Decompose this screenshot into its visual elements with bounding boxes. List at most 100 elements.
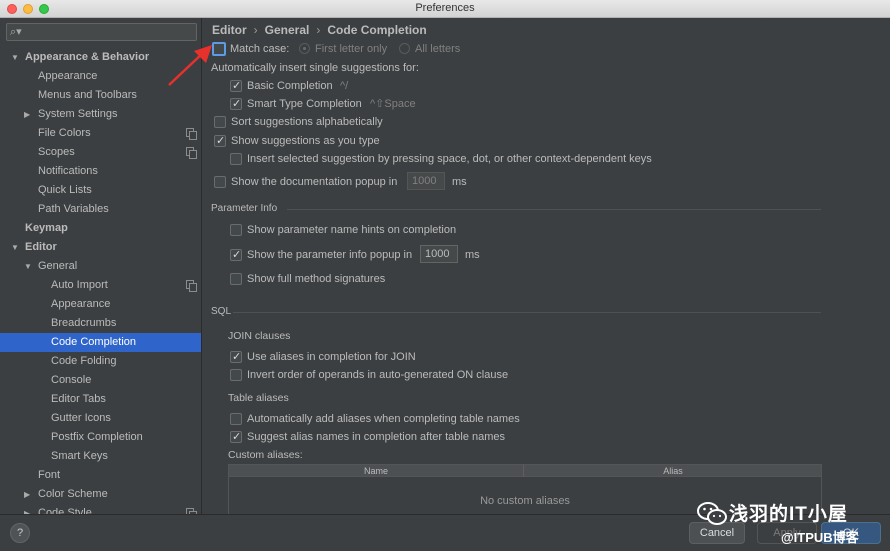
breadcrumb-separator: › xyxy=(253,23,258,37)
chevron-down-icon[interactable]: ▼ xyxy=(24,257,32,276)
auto-add-aliases-label: Automatically add aliases when completin… xyxy=(247,413,520,425)
all-letters-radio[interactable] xyxy=(399,43,410,54)
doc-popup-unit: ms xyxy=(452,176,467,188)
sidebar-item-quick-lists[interactable]: Quick Lists xyxy=(0,181,201,200)
sidebar-item-label: System Settings xyxy=(38,108,118,120)
settings-search-input[interactable]: ⌕▾ xyxy=(6,23,197,41)
sidebar-item-label: Appearance xyxy=(38,70,98,82)
sidebar-item-label: Console xyxy=(51,374,92,386)
parameter-info-title: Parameter Info xyxy=(211,203,278,214)
sidebar-item-editor-tabs[interactable]: Editor Tabs xyxy=(0,390,201,409)
chevron-right-icon[interactable]: ▶ xyxy=(24,504,30,514)
sidebar-item-label: Font xyxy=(38,469,61,481)
sidebar-item-auto-import[interactable]: Auto Import xyxy=(0,276,201,295)
sidebar-item-notifications[interactable]: Notifications xyxy=(0,162,201,181)
sort-alphabetically-label: Sort suggestions alphabetically xyxy=(231,116,383,128)
basic-completion-label: Basic Completion xyxy=(247,80,333,92)
show-as-type-checkbox[interactable] xyxy=(214,132,226,150)
sidebar-item-code-completion[interactable]: Code Completion xyxy=(0,333,201,352)
custom-aliases-label: Custom aliases: xyxy=(228,449,303,461)
help-button[interactable]: ? xyxy=(10,523,30,543)
insert-selected-label: Insert selected suggestion by pressing s… xyxy=(247,153,652,165)
all-letters-option[interactable]: All letters xyxy=(399,40,460,58)
sidebar-item-breadcrumbs[interactable]: Breadcrumbs xyxy=(0,314,201,333)
auto-insert-heading: Automatically insert single suggestions … xyxy=(211,62,419,74)
sidebar-item-label: Menus and Toolbars xyxy=(38,89,137,101)
sidebar-item-editor[interactable]: ▼ Editor xyxy=(0,238,201,257)
column-header-alias[interactable]: Alias xyxy=(525,465,821,477)
all-letters-label: All letters xyxy=(415,43,461,55)
sort-alphabetically-checkbox[interactable] xyxy=(214,116,226,128)
sidebar-item-system-settings[interactable]: ▶ System Settings xyxy=(0,105,201,124)
sidebar-item-menus-and-toolbars[interactable]: Menus and Toolbars xyxy=(0,86,201,105)
param-info-popup-checkbox[interactable] xyxy=(230,246,242,264)
sidebar-item-console[interactable]: Console xyxy=(0,371,201,390)
chevron-down-icon[interactable]: ▼ xyxy=(11,238,19,257)
breadcrumb-editor: Editor xyxy=(212,23,247,37)
chevron-right-icon[interactable]: ▶ xyxy=(24,485,30,504)
doc-popup-label: Show the documentation popup in xyxy=(231,176,398,188)
auto-add-aliases-checkbox[interactable] xyxy=(230,413,242,425)
sidebar-item-label: Appearance & Behavior xyxy=(25,51,150,63)
basic-completion-checkbox[interactable] xyxy=(230,77,242,95)
sidebar-item-path-variables[interactable]: Path Variables xyxy=(0,200,201,219)
column-header-name[interactable]: Name xyxy=(229,465,524,477)
sidebar-item-label: Code Style xyxy=(38,507,92,514)
sidebar-item-code-style[interactable]: ▶ Code Style xyxy=(0,504,201,514)
sidebar-item-color-scheme[interactable]: ▶ Color Scheme xyxy=(0,485,201,504)
param-info-popup-unit: ms xyxy=(465,249,480,261)
doc-popup-delay-input[interactable]: 1000 xyxy=(407,172,445,190)
sidebar-item-postfix-completion[interactable]: Postfix Completion xyxy=(0,428,201,447)
sidebar-item-label: General xyxy=(38,260,78,272)
sidebar-item-label: Code Completion xyxy=(51,336,136,348)
sidebar-item-gutter-icons[interactable]: Gutter Icons xyxy=(0,409,201,428)
sql-title: SQL xyxy=(211,306,232,317)
param-info-delay-input[interactable]: 1000 xyxy=(420,245,458,263)
doc-popup-checkbox[interactable] xyxy=(214,176,226,188)
chevron-down-icon[interactable]: ▼ xyxy=(11,48,19,67)
sidebar-item-general[interactable]: ▼ General xyxy=(0,257,201,276)
sidebar-item-appearance[interactable]: Appearance xyxy=(0,295,201,314)
watermark-subtext: @ITPUB博客 xyxy=(781,530,859,545)
sidebar-item-scopes[interactable]: Scopes xyxy=(0,143,201,162)
sidebar-item-keymap[interactable]: Keymap xyxy=(0,219,201,238)
full-signatures-checkbox[interactable] xyxy=(230,273,242,285)
smart-completion-checkbox[interactable] xyxy=(230,95,242,113)
sidebar-item-file-colors[interactable]: File Colors xyxy=(0,124,201,143)
sidebar-item-label: Code Folding xyxy=(51,355,117,367)
smart-completion-label: Smart Type Completion xyxy=(247,98,362,110)
sidebar-item-label: File Colors xyxy=(38,127,91,139)
first-letter-only-radio[interactable] xyxy=(299,43,310,54)
sidebar-item-code-folding[interactable]: Code Folding xyxy=(0,352,201,371)
sidebar-item-label: Postfix Completion xyxy=(51,431,143,443)
use-aliases-join-checkbox[interactable] xyxy=(230,348,242,366)
sidebar-item-label: Editor xyxy=(25,241,57,253)
breadcrumb-general: General xyxy=(264,23,310,37)
sidebar-item-label: Auto Import xyxy=(51,279,108,291)
watermark: 浅羽的IT小屋 @ITPUB博客 xyxy=(695,497,890,545)
use-aliases-join-label: Use aliases in completion for JOIN xyxy=(247,351,416,363)
insert-selected-checkbox[interactable] xyxy=(230,153,242,165)
invert-operands-checkbox[interactable] xyxy=(230,369,242,381)
settings-tree: ▼ Appearance & Behavior Appearance Menus an… xyxy=(0,48,201,514)
basic-completion-shortcut: ^/ xyxy=(340,80,349,92)
chevron-right-icon[interactable]: ▶ xyxy=(24,105,30,124)
sidebar-item-label: Path Variables xyxy=(38,203,109,215)
section-divider xyxy=(287,209,821,210)
sidebar-item-smart-keys[interactable]: Smart Keys xyxy=(0,447,201,466)
first-letter-only-label: First letter only xyxy=(315,43,388,55)
settings-sidebar: ⌕▾ ▼ Appearance & Behavior Appearance Menus… xyxy=(0,18,202,514)
project-settings-icon xyxy=(186,147,197,159)
first-letter-only-option[interactable]: First letter only xyxy=(299,40,387,58)
code-completion-panel: Editor › General › Code Completion Match cas… xyxy=(203,18,890,514)
search-icon: ⌕▾ xyxy=(10,26,22,38)
match-case-label: Match case: xyxy=(230,43,290,55)
sidebar-item-label: Gutter Icons xyxy=(51,412,111,424)
suggest-alias-names-checkbox[interactable] xyxy=(230,428,242,446)
breadcrumb-code-completion: Code Completion xyxy=(327,23,427,37)
window-title: Preferences xyxy=(415,2,475,14)
param-name-hints-checkbox[interactable] xyxy=(230,224,242,236)
sidebar-item-label: Quick Lists xyxy=(38,184,92,196)
sidebar-item-font[interactable]: Font xyxy=(0,466,201,485)
wechat-logo-icon xyxy=(697,502,727,525)
